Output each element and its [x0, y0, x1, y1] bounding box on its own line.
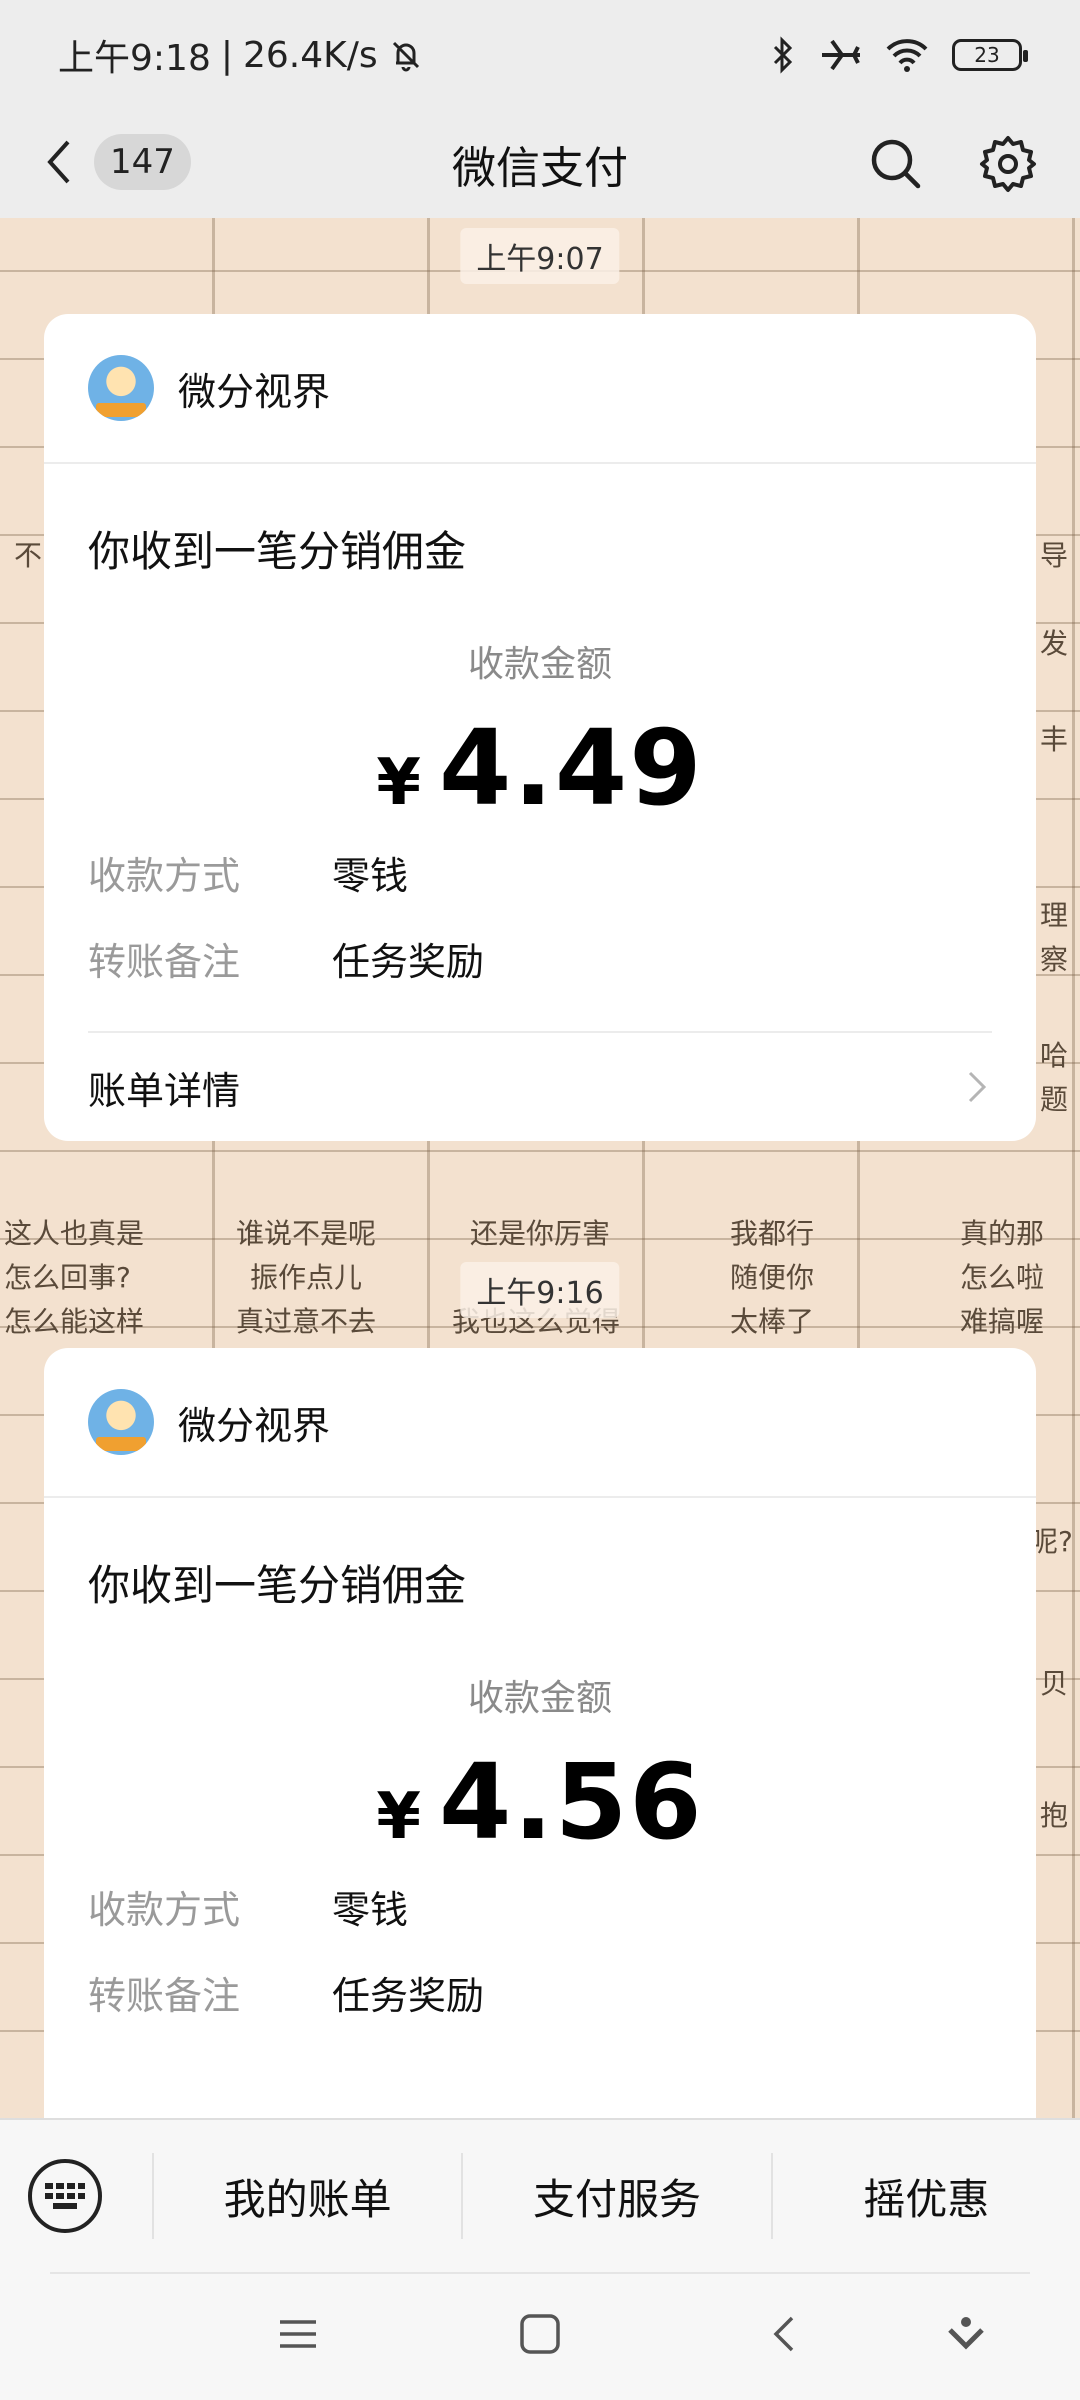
chevron-left-icon — [47, 140, 70, 184]
nav-actions — [864, 132, 1040, 196]
status-right: 23 — [768, 35, 1028, 75]
background-word: 导 — [1040, 539, 1069, 572]
merchant-avatar — [88, 1389, 154, 1455]
amount-label: 收款金额 — [467, 644, 612, 685]
status-left: 上午9:18 | 26.4K/s — [58, 29, 424, 81]
background-word: 谁说不是呢 — [236, 1217, 377, 1250]
background-word: 难搞喔 — [960, 1305, 1045, 1338]
status-time: 上午9:18 — [58, 38, 211, 79]
detail-value: 零钱 — [332, 853, 409, 898]
detail-value: 零钱 — [332, 1887, 409, 1932]
background-word: 振作点儿 — [250, 1261, 363, 1294]
chat-area[interactable]: 不 导 发 丰 理 察 哈 题 这人也真是 谁说不是呢 还是你厉害 我都行 真的… — [0, 218, 1080, 2118]
background-word: 这人也真是 — [4, 1217, 145, 1250]
detail-value: 任务奖励 — [332, 1973, 485, 2018]
wifi-icon — [886, 39, 928, 72]
detail-key: 收款方式 — [88, 1887, 241, 1932]
message-timestamp: 上午9:16 — [460, 1262, 620, 1318]
merchant-avatar — [88, 355, 154, 421]
background-word: 怎么啦 — [960, 1261, 1045, 1294]
search-icon[interactable] — [864, 132, 928, 196]
card-title: 你收到一笔分销佣金 — [88, 527, 467, 576]
status-divider: | — [220, 34, 233, 76]
detail-value: 任务奖励 — [332, 939, 485, 984]
back-icon[interactable] — [764, 2312, 808, 2356]
keyboard-icon — [45, 2183, 85, 2209]
background-word: 不 — [14, 539, 43, 572]
system-nav-bar — [0, 2272, 1080, 2400]
menu-payment-services[interactable]: 支付服务 — [461, 2153, 770, 2239]
transfer-note-row: 转账备注 任务奖励 — [44, 1949, 1036, 2035]
card-header: 微分视界 — [44, 1348, 1036, 1498]
amount: ¥ 4.56 — [44, 1741, 1036, 1863]
background-word: 真过意不去 — [236, 1305, 377, 1338]
background-word: 抱 — [1040, 1799, 1069, 1832]
detail-key: 收款方式 — [88, 853, 241, 898]
background-word: 太棒了 — [730, 1305, 815, 1338]
back-button[interactable]: 147 — [40, 130, 191, 194]
background-word: 真的那 — [960, 1217, 1045, 1250]
message-timestamp: 上午9:07 — [460, 228, 620, 284]
currency-symbol: ¥ — [376, 746, 421, 820]
battery-icon: 23 — [952, 39, 1028, 71]
merchant-name: 微分视界 — [178, 1403, 331, 1448]
home-icon[interactable] — [518, 2312, 562, 2356]
background-word: 发 — [1040, 627, 1069, 660]
amount-value: 4.56 — [438, 1741, 704, 1863]
bill-details-label: 账单详情 — [88, 1068, 241, 1113]
bill-details-link[interactable]: 账单详情 — [88, 1031, 992, 1141]
amount-value: 4.49 — [438, 707, 704, 829]
detail-key: 转账备注 — [88, 1973, 241, 2018]
keyboard-toggle-button[interactable] — [28, 2159, 102, 2233]
background-word: 察 — [1040, 943, 1069, 976]
background-word: 怎么回事? — [4, 1261, 131, 1294]
amount-label: 收款金额 — [467, 1678, 612, 1719]
menu-my-bills[interactable]: 我的账单 — [152, 2153, 461, 2239]
card-header: 微分视界 — [44, 314, 1036, 464]
background-word: 随便你 — [730, 1261, 815, 1294]
merchant-name: 微分视界 — [178, 369, 331, 414]
divider — [50, 2272, 1030, 2274]
nav-bar: 微信支付 147 — [0, 110, 1080, 218]
unread-count-badge: 147 — [94, 134, 191, 190]
card-title: 你收到一笔分销佣金 — [88, 1561, 467, 1610]
status-bar: 上午9:18 | 26.4K/s 23 — [0, 0, 1080, 110]
payment-method-row: 收款方式 零钱 — [44, 829, 1036, 915]
background-word: 丰 — [1040, 723, 1069, 756]
transfer-note-row: 转账备注 任务奖励 — [44, 915, 1036, 1001]
background-word: 贝 — [1040, 1667, 1069, 1700]
background-word: 怎么能这样 — [4, 1305, 145, 1338]
bell-muted-icon — [392, 41, 419, 72]
background-word: 还是你厉害 — [470, 1217, 611, 1250]
bluetooth-icon — [773, 36, 793, 74]
chevron-right-icon — [968, 1071, 987, 1103]
background-word: 我都行 — [730, 1217, 815, 1250]
detail-key: 转账备注 — [88, 939, 241, 984]
airplane-icon — [822, 39, 860, 71]
background-word: 呢? — [1030, 1525, 1073, 1558]
background-word: 理 — [1040, 899, 1069, 932]
currency-symbol: ¥ — [376, 1780, 421, 1854]
payment-card[interactable]: 微分视界 你收到一笔分销佣金 收款金额 ¥ 4.56 收款方式 零钱 转账备注 … — [44, 1348, 1036, 2118]
payment-method-row: 收款方式 零钱 — [44, 1863, 1036, 1949]
menu-shake-discounts[interactable]: 摇优惠 — [770, 2153, 1080, 2239]
amount: ¥ 4.49 — [44, 707, 1036, 829]
bottom-menu: 我的账单 支付服务 摇优惠 — [0, 2118, 1080, 2272]
gear-icon[interactable] — [976, 132, 1040, 196]
background-word: 题 — [1040, 1083, 1069, 1116]
battery-level: 23 — [974, 43, 1000, 67]
background-word: 哈 — [1040, 1039, 1069, 1072]
menu-icon[interactable] — [276, 2312, 320, 2356]
assistant-icon[interactable] — [944, 2312, 988, 2356]
payment-card[interactable]: 微分视界 你收到一笔分销佣金 收款金额 ¥ 4.49 收款方式 零钱 转账备注 … — [44, 314, 1036, 1141]
network-speed: 26.4K/s — [242, 34, 378, 76]
